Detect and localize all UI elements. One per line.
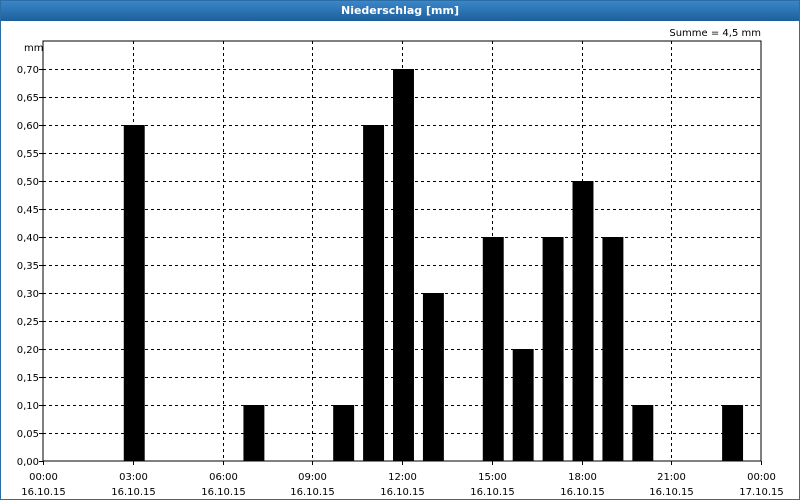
y-tick-label: 0,55	[17, 149, 39, 160]
bar	[632, 405, 654, 461]
y-tick-label: 0,25	[17, 317, 39, 328]
bar	[482, 237, 504, 461]
bar	[572, 181, 594, 461]
bar	[512, 349, 534, 461]
y-tick-label: 0,35	[17, 261, 39, 272]
x-tick-time-label: 00:00	[29, 472, 58, 483]
x-tick-time-label: 21:00	[657, 472, 686, 483]
chart-window: Niederschlag [mm] Summe = 4,5 mm 0,00 0,0…	[0, 0, 800, 500]
y-tick-label: 0,50	[17, 177, 39, 188]
bar	[722, 405, 744, 461]
y-tick-label: 0,20	[17, 345, 39, 356]
x-tick-date-label: 17.10.15	[739, 487, 784, 498]
bar	[333, 405, 355, 461]
x-tick-time-label: 12:00	[388, 472, 417, 483]
y-tick-label: 0,45	[17, 205, 39, 216]
x-tick-date-label: 16.10.15	[470, 487, 515, 498]
x-tick-time-label: 09:00	[298, 472, 327, 483]
x-tick-time-label: 18:00	[568, 472, 597, 483]
y-tick-label: 0,10	[17, 401, 39, 412]
x-tick-time-label: 06:00	[209, 472, 238, 483]
x-tick-date-label: 16.10.15	[649, 487, 694, 498]
x-tick-date-label: 16.10.15	[111, 487, 156, 498]
x-tick-date-label: 16.10.15	[21, 487, 66, 498]
x-tick-date-label: 16.10.15	[380, 487, 425, 498]
y-tick-label: 0,15	[17, 373, 39, 384]
bar	[243, 405, 265, 461]
y-tick-label: 0,30	[17, 289, 39, 300]
bar	[542, 237, 564, 461]
x-tick-time-label: 03:00	[119, 472, 148, 483]
y-tick-label: 0,00	[17, 457, 39, 468]
x-tick-time-label: 15:00	[478, 472, 507, 483]
y-tick-label: 0,65	[17, 93, 39, 104]
x-tick-date-label: 16.10.15	[201, 487, 246, 498]
y-axis-unit: mm	[24, 43, 43, 54]
x-tick-date-label: 16.10.15	[560, 487, 605, 498]
y-tick-label: 0,40	[17, 233, 39, 244]
y-tick-label: 0,05	[17, 429, 39, 440]
bar	[363, 125, 385, 461]
bar	[393, 69, 414, 461]
bar	[422, 293, 444, 461]
y-tick-label: 0,70	[17, 65, 39, 76]
x-tick-date-label: 16.10.15	[290, 487, 335, 498]
x-tick-time-label: 00:00	[747, 472, 776, 483]
y-tick-label: 0,60	[17, 121, 39, 132]
bar	[602, 237, 624, 461]
bar	[123, 125, 145, 461]
precipitation-chart: 0,00 0,05 0,10 0,15 0,20 0,25 0,30 0,35 0,40 0,45…	[17, 40, 784, 498]
